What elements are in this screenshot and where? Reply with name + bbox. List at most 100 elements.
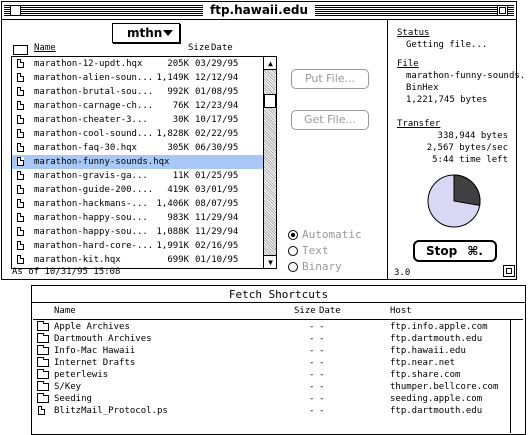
shortcut-host: ftp.dartmouth.edu bbox=[390, 334, 483, 344]
shortcut-date: - bbox=[319, 358, 325, 368]
file-row[interactable]: marathon-carnage-ch... 76K 12/23/94 bbox=[12, 99, 263, 113]
file-date: 12/12/94 bbox=[195, 73, 239, 83]
mode-radio-text[interactable]: Text bbox=[288, 245, 380, 258]
mode-radio-binary[interactable]: Binary bbox=[288, 261, 380, 274]
folder-icon bbox=[37, 321, 49, 331]
window-title: ftp.hawaii.edu bbox=[203, 3, 315, 17]
file-row[interactable]: marathon-funny-sounds.hqx bbox=[12, 155, 263, 169]
shortcut-name: Seeding bbox=[54, 394, 92, 404]
shortcuts-header-date[interactable]: Date bbox=[319, 306, 341, 316]
shortcut-date: - bbox=[319, 334, 325, 344]
column-header-date[interactable]: Date bbox=[211, 43, 233, 53]
status-heading: Status bbox=[397, 28, 430, 38]
shortcut-date: - bbox=[319, 394, 325, 404]
radio-label: Binary bbox=[302, 260, 342, 273]
file-name: marathon-faq-30.hqx bbox=[34, 143, 137, 153]
file-row[interactable]: marathon-gravis-ga... 11K 01/25/95 bbox=[12, 169, 263, 183]
file-size: 992K bbox=[167, 87, 189, 97]
shortcut-host: ftp.hawaii.edu bbox=[390, 346, 466, 356]
file-row[interactable]: marathon-cheater-3... 30K 10/17/95 bbox=[12, 113, 263, 127]
file-row[interactable]: marathon-alien-soun... 1,149K 12/12/94 bbox=[12, 71, 263, 85]
file-row[interactable]: marathon-12-updt.hqx 205K 03/29/95 bbox=[12, 57, 263, 71]
file-row[interactable]: marathon-kit.hqx 699K 01/10/95 bbox=[12, 253, 263, 267]
shortcuts-header-host[interactable]: Host bbox=[390, 306, 412, 316]
progress-pie-slice bbox=[453, 174, 481, 207]
shortcut-size: - bbox=[309, 370, 315, 380]
file-name: marathon-cool-sound... bbox=[34, 129, 154, 139]
shortcut-row[interactable]: S/Key - - thumper.bellcore.com bbox=[33, 381, 510, 393]
shortcut-host: ftp.share.com bbox=[390, 370, 461, 380]
document-icon bbox=[17, 171, 24, 180]
shortcut-host: ftp.dartmouth.edu bbox=[390, 406, 483, 416]
ftp-window: ftp.hawaii.edu mthn Name Size Date marat… bbox=[1, 1, 525, 280]
file-list-scrollbar[interactable]: ▲ ▼ bbox=[263, 57, 276, 268]
file-date: 06/30/95 bbox=[195, 143, 239, 153]
file-row[interactable]: marathon-happy-sou... 1,088K 11/29/94 bbox=[12, 225, 263, 239]
folder-icon bbox=[37, 393, 49, 403]
file-row[interactable]: marathon-faq-30.hqx 305K 06/30/95 bbox=[12, 141, 263, 155]
popup-triangle-icon bbox=[163, 30, 173, 36]
file-name: marathon-12-updt.hqx bbox=[34, 59, 143, 69]
file-row[interactable]: marathon-guide-200.... 419K 03/01/95 bbox=[12, 183, 263, 197]
file-format: BinHex bbox=[406, 83, 439, 93]
document-icon bbox=[17, 101, 24, 110]
file-heading: File bbox=[397, 59, 419, 69]
scroll-up-arrow[interactable]: ▲ bbox=[264, 57, 276, 70]
file-date: 03/29/95 bbox=[195, 59, 239, 69]
shortcut-row[interactable]: Internet Drafts - - ftp.near.net bbox=[33, 357, 510, 369]
open-folder-icon bbox=[13, 45, 28, 55]
file-row[interactable]: marathon-hard-core-... 1,991K 02/16/95 bbox=[12, 239, 263, 253]
shortcut-size: - bbox=[309, 334, 315, 344]
shortcut-row[interactable]: Info-Mac Hawaii - - ftp.hawaii.edu bbox=[33, 345, 510, 357]
shortcut-row[interactable]: Apple Archives - - ftp.info.apple.com bbox=[33, 321, 510, 333]
file-size: 30K bbox=[172, 115, 189, 125]
shortcuts-scrollbar[interactable] bbox=[510, 320, 523, 433]
put-file-button[interactable]: Put File... bbox=[291, 69, 369, 89]
file-row[interactable]: marathon-cool-sound... 1,828K 02/22/95 bbox=[12, 127, 263, 141]
file-row[interactable]: marathon-brutal-sou... 992K 01/08/95 bbox=[12, 85, 263, 99]
radio-circle[interactable] bbox=[288, 262, 298, 272]
mode-radio-automatic[interactable]: Automatic bbox=[288, 229, 380, 242]
file-size: 1,221,745 bytes bbox=[406, 95, 488, 105]
document-icon bbox=[38, 406, 45, 415]
file-row[interactable]: marathon-happy-sou... 983K 11/29/94 bbox=[12, 211, 263, 225]
shortcuts-titlebar[interactable]: Fetch Shortcuts bbox=[32, 286, 525, 303]
scroll-down-arrow[interactable]: ▼ bbox=[264, 255, 276, 268]
shortcuts-header-name[interactable]: Name bbox=[54, 306, 76, 316]
file-row[interactable]: marathon-hackmans-... 1,406K 08/07/95 bbox=[12, 197, 263, 211]
document-icon bbox=[17, 199, 24, 208]
radio-circle[interactable] bbox=[288, 230, 298, 240]
shortcut-row[interactable]: Seeding - - seeding.apple.com bbox=[33, 393, 510, 405]
shortcuts-list[interactable]: Apple Archives - - ftp.info.apple.com Dartmo… bbox=[33, 319, 523, 433]
shortcut-row[interactable]: BlitzMail_Protocol.ps - - ftp.dartmouth.edu bbox=[33, 405, 510, 417]
file-size: 1,149K bbox=[156, 73, 189, 83]
grow-box[interactable] bbox=[503, 265, 515, 277]
shortcut-host: thumper.bellcore.com bbox=[390, 382, 499, 392]
close-box[interactable] bbox=[10, 5, 21, 16]
scroll-thumb[interactable] bbox=[264, 94, 276, 108]
column-header-name[interactable]: Name bbox=[34, 43, 56, 53]
shortcut-row[interactable]: Dartmouth Archives - - ftp.dartmouth.edu bbox=[33, 333, 510, 345]
shortcut-date: - bbox=[319, 382, 325, 392]
radio-circle[interactable] bbox=[288, 246, 298, 256]
file-size: 1,991K bbox=[156, 241, 189, 251]
stop-button[interactable]: Stop ⌘. bbox=[413, 240, 497, 262]
ftp-window-titlebar[interactable]: ftp.hawaii.edu bbox=[2, 2, 516, 20]
file-date: 12/23/94 bbox=[195, 101, 239, 111]
folder-icon bbox=[37, 381, 49, 391]
file-size: 1,406K bbox=[156, 199, 189, 209]
folder-popup[interactable]: mthn bbox=[112, 23, 180, 43]
column-header-size[interactable]: Size bbox=[188, 43, 210, 53]
file-list[interactable]: marathon-12-updt.hqx 205K 03/29/95 marathon… bbox=[11, 56, 277, 269]
shortcut-size: - bbox=[309, 346, 315, 356]
shortcut-name: Internet Drafts bbox=[54, 358, 136, 368]
shortcut-size: - bbox=[309, 322, 315, 332]
zoom-box[interactable] bbox=[497, 5, 508, 16]
document-icon bbox=[17, 213, 24, 222]
shortcut-row[interactable]: peterlewis - - ftp.share.com bbox=[33, 369, 510, 381]
get-file-button[interactable]: Get File... bbox=[291, 110, 369, 130]
shortcuts-header-size[interactable]: Size bbox=[294, 306, 316, 316]
transfer-rate: 2,567 bytes/sec bbox=[426, 143, 508, 153]
shortcuts-window-title: Fetch Shortcuts bbox=[221, 288, 336, 302]
file-size: 305K bbox=[167, 143, 189, 153]
